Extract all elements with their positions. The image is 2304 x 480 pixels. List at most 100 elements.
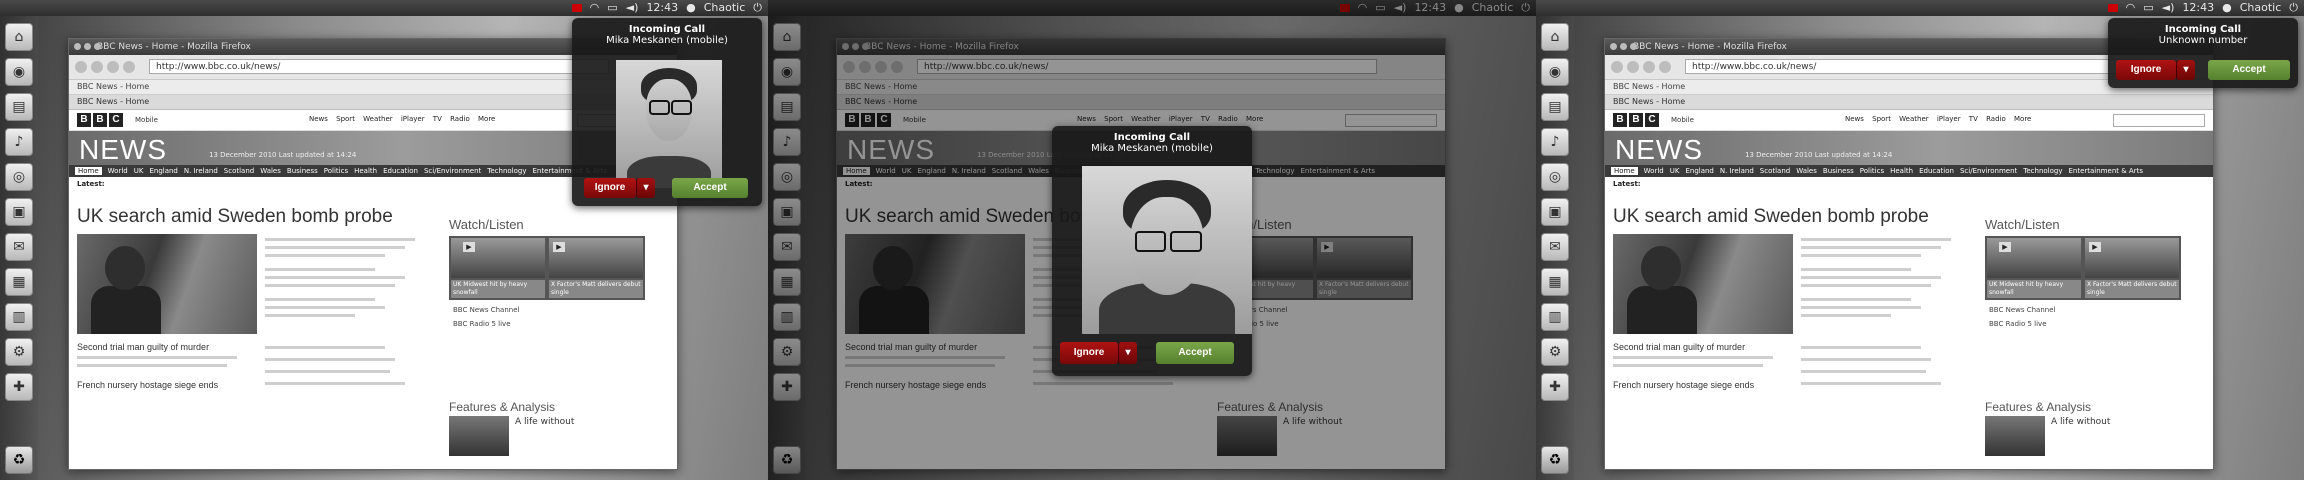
section-nav-item[interactable]: Education	[1919, 167, 1954, 175]
launcher-files-icon[interactable]: ▤	[1541, 93, 1569, 121]
power-icon[interactable]: ⏻	[2289, 1, 2298, 15]
section-nav-item[interactable]: Wales	[1796, 167, 1817, 175]
accept-button[interactable]: Accept	[1156, 342, 1234, 364]
carousel-caption-1[interactable]: UK Midwest hit by heavy snowfall	[451, 280, 545, 298]
story-french-nursery[interactable]: French nursery hostage siege ends	[1613, 380, 1754, 390]
watch-listen-heading[interactable]: Watch/Listen	[1985, 217, 2060, 232]
carousel-caption-2[interactable]: X Factor's Matt delivers debut single	[549, 280, 643, 298]
launcher-firefox-icon[interactable]: ◉	[1541, 58, 1569, 86]
maximize-icon[interactable]	[94, 43, 101, 50]
section-nav-item[interactable]: Business	[1823, 167, 1854, 175]
section-nav-item[interactable]: Technology	[2023, 167, 2062, 175]
carousel-caption-2[interactable]: X Factor's Matt delivers debut single	[2085, 280, 2179, 298]
reload-icon[interactable]	[107, 61, 119, 73]
speaker-icon[interactable]: ◄)	[2162, 1, 2175, 15]
accept-button[interactable]: Accept	[672, 178, 748, 198]
section-nav-item[interactable]: Health	[354, 167, 377, 175]
section-nav-item[interactable]: England	[1685, 167, 1713, 175]
forward-icon[interactable]	[91, 61, 103, 73]
features-heading[interactable]: Features & Analysis	[449, 400, 555, 414]
section-nav-item[interactable]: Politics	[1860, 167, 1884, 175]
main-headline[interactable]: UK search amid Sweden bomb probe	[77, 206, 393, 228]
mobile-link[interactable]: Mobile	[1671, 116, 1694, 124]
section-nav-item[interactable]: Education	[383, 167, 418, 175]
bookmark-item[interactable]: BBC News - Home	[1613, 82, 1685, 91]
launcher-settings-icon[interactable]: ⚙	[5, 338, 33, 366]
url-bar[interactable]: http://www.bbc.co.uk/news/	[149, 59, 609, 74]
story-second-trial[interactable]: Second trial man guilty of murder	[77, 342, 209, 352]
play-icon[interactable]: ▶	[1999, 242, 2011, 252]
play-icon[interactable]: ▶	[553, 242, 565, 252]
envelope-icon[interactable]	[571, 4, 582, 12]
trash-icon[interactable]: ♻	[1541, 446, 1569, 474]
ignore-options-dropdown-icon[interactable]: ▾	[2176, 60, 2195, 80]
section-nav-item[interactable]: N. Ireland	[1720, 167, 1754, 175]
launcher-apps-icon[interactable]: ✚	[5, 373, 33, 401]
launcher-music-icon[interactable]: ♪	[5, 128, 33, 156]
section-nav-item[interactable]: N. Ireland	[184, 167, 218, 175]
play-icon[interactable]: ▶	[2089, 242, 2101, 252]
battery-icon[interactable]: ▭	[607, 1, 617, 15]
bbc-top-nav[interactable]: News Sport Weather iPlayer TV Radio More	[1845, 115, 2031, 123]
ignore-options-dropdown-icon[interactable]: ▾	[1118, 342, 1137, 364]
bbc-logo[interactable]: BBC	[1613, 113, 1659, 127]
launcher-files-icon[interactable]: ▤	[5, 93, 33, 121]
power-icon[interactable]: ⏻	[753, 1, 762, 15]
bookmark-item[interactable]: BBC News - Home	[77, 82, 149, 91]
news-title[interactable]: NEWS	[1615, 134, 1703, 166]
section-nav-item[interactable]: World	[108, 167, 128, 175]
feature-title[interactable]: A life without	[2051, 417, 2110, 427]
user-name[interactable]: Chaotic	[704, 1, 746, 15]
reload-icon[interactable]	[1643, 61, 1655, 73]
launcher-chat-icon[interactable]: ✉	[1541, 233, 1569, 261]
story-french-nursery[interactable]: French nursery hostage siege ends	[77, 380, 218, 390]
bbc-news-channel-link[interactable]: BBC News Channel	[1989, 306, 2055, 314]
section-nav-item[interactable]: World	[1644, 167, 1664, 175]
home-icon[interactable]	[123, 61, 135, 73]
feature-image[interactable]	[1985, 416, 2045, 456]
headline-image[interactable]	[1613, 234, 1793, 334]
play-icon[interactable]: ▶	[463, 242, 475, 252]
maximize-icon[interactable]	[1630, 43, 1637, 50]
section-nav-item[interactable]: Home	[1611, 167, 1638, 175]
mobile-link[interactable]: Mobile	[135, 116, 158, 124]
ignore-button[interactable]: Ignore	[2116, 60, 2176, 80]
section-nav-item[interactable]: Technology	[487, 167, 526, 175]
launcher-settings-icon[interactable]: ⚙	[1541, 338, 1569, 366]
section-nav-item[interactable]: Wales	[260, 167, 281, 175]
feature-title[interactable]: A life without	[515, 417, 574, 427]
launcher-terminal-icon[interactable]: ▣	[1541, 198, 1569, 226]
wifi-icon[interactable]: ◠	[590, 1, 600, 15]
launcher-spreadsheet-icon[interactable]: ▥	[1541, 303, 1569, 331]
ignore-button[interactable]: Ignore	[1060, 342, 1118, 364]
launcher-chat-icon[interactable]: ✉	[5, 233, 33, 261]
clock[interactable]: 12:43	[2182, 1, 2214, 15]
feature-image[interactable]	[449, 416, 509, 456]
watch-listen-heading[interactable]: Watch/Listen	[449, 217, 524, 232]
trash-icon[interactable]: ♻	[5, 446, 33, 474]
section-nav-item[interactable]: Scotland	[1760, 167, 1790, 175]
ignore-button[interactable]: Ignore	[584, 178, 636, 198]
speaker-icon[interactable]: ◄)	[626, 1, 639, 15]
bbc-top-nav[interactable]: News Sport Weather iPlayer TV Radio More	[309, 115, 495, 123]
bbc-search-input[interactable]	[2113, 114, 2205, 127]
launcher-camera-icon[interactable]: ◎	[1541, 163, 1569, 191]
section-nav-item[interactable]: Home	[75, 167, 102, 175]
back-icon[interactable]	[1611, 61, 1623, 73]
wifi-icon[interactable]: ◠	[2126, 1, 2136, 15]
home-icon[interactable]	[1659, 61, 1671, 73]
launcher-firefox-icon[interactable]: ◉	[5, 58, 33, 86]
close-icon[interactable]	[1610, 43, 1617, 50]
section-nav-item[interactable]: Health	[1890, 167, 1913, 175]
minimize-icon[interactable]	[84, 43, 91, 50]
section-nav-item[interactable]: Sci/Environment	[1960, 167, 2017, 175]
launcher-camera-icon[interactable]: ◎	[5, 163, 33, 191]
news-title[interactable]: NEWS	[79, 134, 167, 166]
launcher-docs-icon[interactable]: ▦	[1541, 268, 1569, 296]
carousel-caption-1[interactable]: UK Midwest hit by heavy snowfall	[1987, 280, 2081, 298]
close-icon[interactable]	[74, 43, 81, 50]
bbc-radio-link[interactable]: BBC Radio 5 live	[1989, 320, 2047, 328]
tab-bbc-news[interactable]: BBC News - Home	[1613, 97, 1685, 106]
launcher-apps-icon[interactable]: ✚	[1541, 373, 1569, 401]
section-nav-item[interactable]: Entertainment & Arts	[2068, 167, 2142, 175]
